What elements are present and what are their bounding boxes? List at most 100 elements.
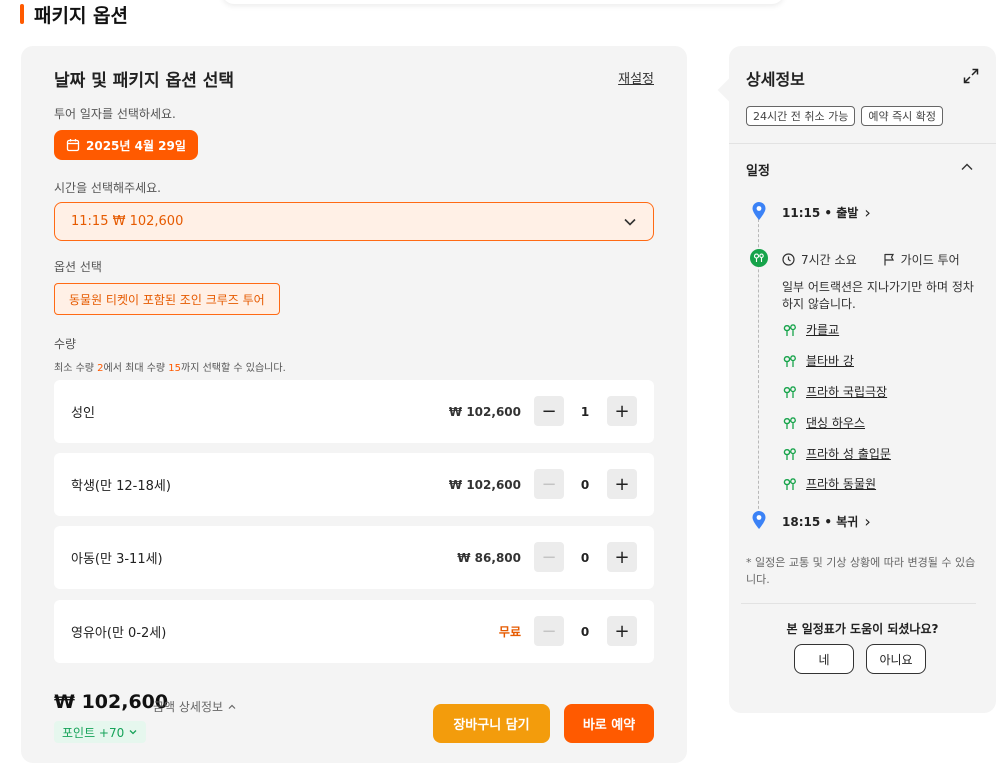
yes-button[interactable]: 네	[794, 644, 854, 674]
attraction-name: 블타바 강	[806, 353, 854, 368]
flag-icon	[884, 253, 894, 266]
amount-detail-toggle[interactable]: 금액 상세정보	[153, 698, 237, 715]
date-button[interactable]: 2025년 4월 29일	[54, 130, 198, 160]
panel-notch	[717, 78, 741, 102]
schedule-description: 일부 어트랙션은 지나가기만 하며 정차하지 않습니다.	[782, 280, 974, 311]
attraction-icon	[783, 448, 796, 460]
attraction-icon	[783, 355, 796, 367]
decrease-button[interactable]: −	[534, 469, 564, 499]
duration-label: 7시간 소요	[801, 253, 857, 267]
row-price: ₩ 86,800	[457, 550, 521, 565]
end-stop[interactable]: 18:15 • 복귀 ›	[782, 512, 871, 531]
add-to-cart-button[interactable]: 장바구니 담기	[433, 704, 550, 743]
qty-row-adult: 성인 ₩ 102,600 − 1 +	[54, 380, 654, 443]
schedule-heading: 일정	[746, 164, 770, 179]
attraction-name: 프라하 성 출입문	[806, 446, 891, 461]
qty-row-infant: 영유아(만 0-2세) 무료 − 0 +	[54, 600, 654, 663]
schedule-note: * 일정은 교통 및 기상 상황에 따라 변경될 수 있습니다.	[746, 556, 976, 586]
location-pin-icon	[752, 202, 766, 220]
quantity-value: 0	[580, 550, 590, 565]
section-title-text: 패키지 옵션	[34, 4, 129, 27]
attraction-item[interactable]: 댄싱 하우스	[782, 413, 865, 431]
chevron-up-icon[interactable]	[960, 160, 974, 174]
calendar-icon	[66, 139, 80, 152]
points-badge[interactable]: 포인트 +70	[54, 721, 147, 743]
chevron-down-icon	[624, 218, 636, 226]
points-label: 포인트 +70	[62, 725, 125, 740]
chevron-right-icon: ›	[864, 203, 871, 222]
helpful-question: 본 일정표가 도움이 되셨나요?	[786, 622, 939, 636]
increase-button[interactable]: +	[607, 396, 637, 426]
amount-detail-label: 금액 상세정보	[153, 700, 224, 714]
row-name: 영유아(만 0-2세)	[71, 626, 167, 641]
attraction-icon	[750, 249, 768, 267]
caret-up-icon	[228, 704, 236, 709]
reset-link[interactable]: 재설정	[618, 68, 654, 87]
policy-tags: 24시간 전 취소 가능 예약 즉시 확정	[746, 106, 944, 126]
row-name: 아동(만 3-11세)	[71, 552, 163, 567]
title-accent-bar	[20, 4, 24, 24]
total-price: ₩ 102,600	[54, 691, 169, 713]
book-now-button[interactable]: 바로 예약	[564, 704, 654, 743]
row-name: 성인	[71, 406, 95, 421]
divider	[741, 603, 976, 604]
end-label: 18:15 • 복귀	[782, 515, 859, 529]
attraction-icon	[783, 478, 796, 490]
quantity-value: 0	[580, 477, 590, 492]
chevron-right-icon: ›	[864, 512, 871, 531]
details-title: 상세정보	[746, 70, 805, 89]
option-prompt: 옵션 선택	[54, 260, 102, 274]
location-pin-icon	[752, 511, 766, 529]
section-title: 패키지 옵션	[20, 2, 129, 27]
tag-free-cancellation: 24시간 전 취소 가능	[746, 106, 856, 126]
attraction-item[interactable]: 프라하 동물원	[782, 474, 876, 492]
quantity-hint: 최소 수량 2에서 최대 수량 15까지 선택할 수 있습니다.	[54, 363, 286, 374]
no-button[interactable]: 아니요	[866, 644, 926, 674]
package-option-chip[interactable]: 동물원 티켓이 포함된 조인 크루즈 투어	[54, 283, 280, 315]
details-panel: 상세정보 24시간 전 취소 가능 예약 즉시 확정 일정 11:15 • 출발…	[717, 46, 996, 713]
qty-row-student: 학생(만 12-18세) ₩ 102,600 − 0 +	[54, 453, 654, 516]
attraction-name: 카를교	[806, 322, 840, 337]
start-label: 11:15 • 출발	[782, 206, 859, 220]
tag-instant-confirm: 예약 즉시 확정	[861, 106, 944, 126]
start-stop[interactable]: 11:15 • 출발 ›	[782, 203, 871, 222]
quantity-value: 0	[580, 624, 590, 639]
date-value: 2025년 4월 29일	[86, 138, 186, 153]
quantity-label: 수량	[54, 337, 77, 351]
chevron-down-small-icon	[129, 730, 137, 735]
attraction-name: 프라하 국립극장	[806, 384, 888, 399]
quantity-value: 1	[580, 404, 590, 419]
divider	[729, 143, 996, 144]
top-card-edge	[222, 0, 784, 4]
attraction-icon	[783, 324, 796, 336]
time-value: 11:15 ₩ 102,600	[71, 214, 184, 229]
options-panel-title: 날짜 및 패키지 옵션 선택	[54, 71, 235, 91]
increase-button[interactable]: +	[607, 542, 637, 572]
decrease-button[interactable]: −	[534, 616, 564, 646]
expand-icon[interactable]	[963, 68, 979, 84]
attraction-item[interactable]: 카를교	[782, 320, 839, 338]
tour-meta: 7시간 소요 가이드 투어	[782, 251, 960, 268]
attraction-item[interactable]: 프라하 성 출입문	[782, 444, 891, 462]
time-prompt: 시간을 선택해주세요.	[54, 181, 161, 195]
row-price: ₩ 102,600	[448, 404, 521, 419]
attraction-icon	[783, 386, 796, 398]
row-price: ₩ 102,600	[448, 477, 521, 492]
clock-icon	[782, 253, 795, 266]
guide-label: 가이드 투어	[900, 253, 960, 267]
decrease-button[interactable]: −	[534, 396, 564, 426]
row-price: 무료	[498, 625, 521, 639]
attraction-icon	[783, 417, 796, 429]
attraction-name: 댄싱 하우스	[806, 415, 866, 430]
qty-row-child: 아동(만 3-11세) ₩ 86,800 − 0 +	[54, 526, 654, 589]
attraction-item[interactable]: 프라하 국립극장	[782, 382, 887, 400]
increase-button[interactable]: +	[607, 616, 637, 646]
decrease-button[interactable]: −	[534, 542, 564, 572]
increase-button[interactable]: +	[607, 469, 637, 499]
attraction-item[interactable]: 블타바 강	[782, 351, 854, 369]
options-panel: 날짜 및 패키지 옵션 선택 재설정 투어 일자를 선택하세요. 2025년 4…	[21, 46, 687, 763]
time-select[interactable]: 11:15 ₩ 102,600	[54, 202, 654, 241]
row-name: 학생(만 12-18세)	[71, 479, 171, 494]
date-prompt: 투어 일자를 선택하세요.	[54, 107, 176, 121]
attraction-name: 프라하 동물원	[806, 476, 877, 491]
